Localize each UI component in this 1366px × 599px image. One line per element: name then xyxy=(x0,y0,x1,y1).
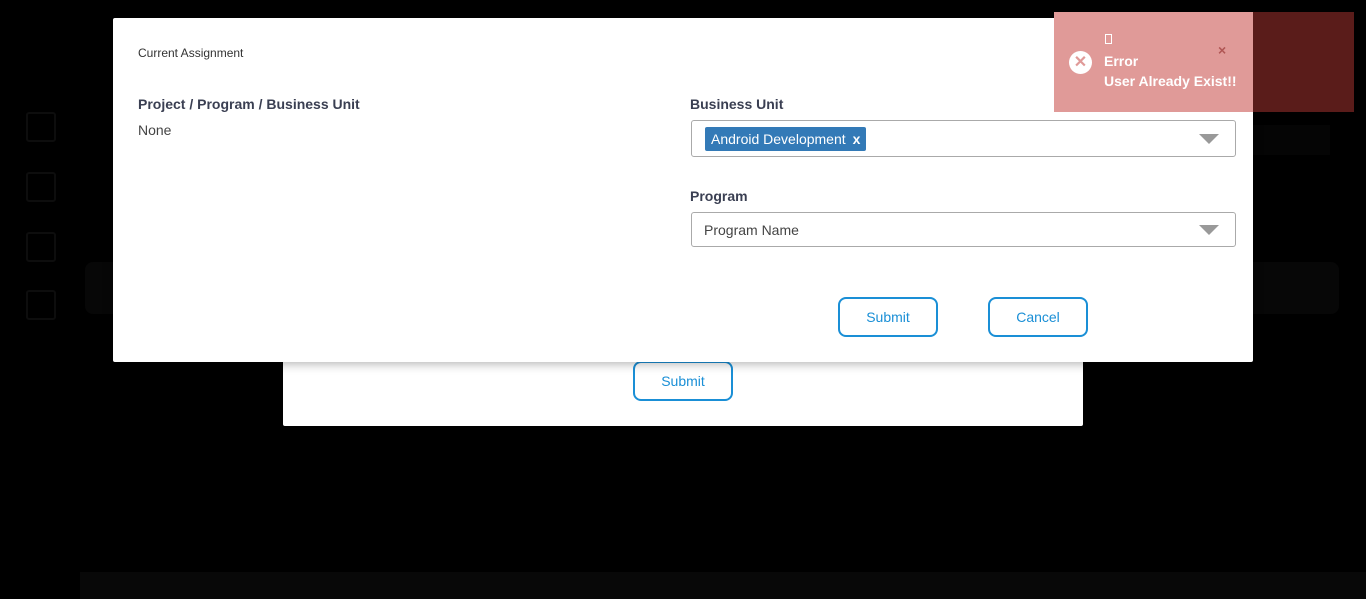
toast-message: User Already Exist!! xyxy=(1104,73,1237,89)
toast-title: Error xyxy=(1104,53,1139,69)
sidebar-icon xyxy=(26,112,56,142)
sidebar-icon xyxy=(26,232,56,262)
program-label: Program xyxy=(690,188,748,204)
chip-label: Android Development xyxy=(711,131,846,147)
app-stage: Submit Current Assignment Project / Prog… xyxy=(0,0,1366,599)
current-assignment-section: Project / Program / Business Unit None xyxy=(138,96,360,138)
sidebar-icon xyxy=(26,172,56,202)
error-circle-icon: ✕ xyxy=(1069,51,1092,74)
background-footer xyxy=(80,572,1366,599)
business-unit-select[interactable]: Android Development x xyxy=(691,120,1236,157)
chevron-down-icon xyxy=(1199,225,1219,235)
submit-button[interactable]: Submit xyxy=(838,297,938,337)
background-submit-button[interactable]: Submit xyxy=(633,361,733,401)
sidebar-icon xyxy=(26,290,56,320)
close-icon[interactable]: × xyxy=(1218,42,1226,58)
chevron-down-icon xyxy=(1199,134,1219,144)
cancel-button[interactable]: Cancel xyxy=(988,297,1088,337)
modal-title: Current Assignment xyxy=(138,46,244,60)
business-unit-chip: Android Development x xyxy=(705,127,867,151)
program-select-placeholder: Program Name xyxy=(704,222,799,238)
notification-glyph-icon xyxy=(1105,34,1112,44)
error-toast: ✕ Error User Already Exist!! × xyxy=(1054,12,1354,112)
current-assignment-label: Project / Program / Business Unit xyxy=(138,96,360,112)
program-select[interactable]: Program Name xyxy=(691,212,1236,247)
background-header-strip xyxy=(1240,125,1330,155)
chip-remove-button[interactable]: x xyxy=(853,131,861,147)
toast-body: ✕ Error User Already Exist!! × xyxy=(1054,12,1253,112)
current-assignment-value: None xyxy=(138,122,172,138)
business-unit-label: Business Unit xyxy=(690,96,784,112)
